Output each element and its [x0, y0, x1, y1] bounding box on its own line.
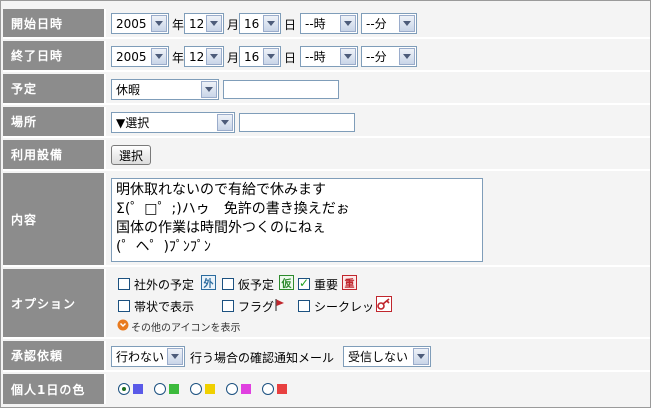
start-datetime-label: 開始日時 [3, 9, 104, 37]
chevron-down-icon [340, 15, 356, 32]
end-datetime-row: 終了日時 2005 年 12 月 16 日 --時 --分 [3, 41, 650, 72]
approval-label: 承認依頼 [3, 341, 104, 370]
plan-row: 予定 休暇 [3, 74, 650, 105]
personal-color-row: 個人1日の色 [3, 374, 650, 404]
color-radio-magenta[interactable] [226, 383, 238, 395]
place-row: 場所 ▼選択 [3, 107, 650, 138]
flag-checkbox[interactable] [222, 300, 234, 312]
end-month-unit: 月 [227, 51, 240, 65]
content-textarea[interactable]: 明休取れないので有給で休みます Σ(゜□゜;)ハゥ 免許の書き換えだぉ 国体の作業は… [111, 178, 483, 262]
start-day-unit: 日 [284, 18, 297, 32]
schedule-form: 開始日時 2005 年 12 月 16 日 --時 --分 終了日時 2005 … [0, 0, 651, 408]
chevron-down-icon [263, 15, 279, 32]
key-icon [376, 296, 392, 312]
start-month-select[interactable]: 12 [184, 13, 224, 34]
chevron-down-icon [340, 48, 356, 65]
color-swatch-green [169, 384, 179, 394]
end-datetime-label: 終了日時 [3, 41, 104, 70]
start-minute-select[interactable]: --分 [361, 13, 417, 34]
plan-text-input[interactable] [223, 80, 339, 99]
color-radio-green[interactable] [154, 383, 166, 395]
chevron-down-icon [206, 15, 222, 32]
important-badge-icon: 重 [342, 275, 357, 290]
place-text-input[interactable] [239, 113, 355, 132]
important-label: 重要 [314, 278, 339, 292]
content-label: 内容 [3, 173, 104, 265]
chevron-down-icon [413, 348, 429, 365]
plan-label: 予定 [3, 74, 104, 103]
outside-schedule-label: 社外の予定 [134, 278, 195, 292]
expand-circle-icon[interactable] [117, 319, 129, 331]
color-radio-blue[interactable] [118, 383, 130, 395]
equipment-row: 利用設備 選択 [3, 140, 650, 171]
color-radio-red[interactable] [262, 383, 274, 395]
band-display-label: 帯状で表示 [134, 300, 195, 314]
notify-mail-select[interactable]: 受信しない [343, 346, 431, 367]
plan-select[interactable]: 休暇 [111, 79, 219, 100]
start-year-unit: 年 [172, 18, 185, 32]
equipment-label: 利用設備 [3, 140, 104, 169]
end-day-select[interactable]: 16 [239, 46, 281, 67]
equipment-select-button[interactable]: 選択 [111, 145, 151, 165]
chevron-down-icon [206, 48, 222, 65]
flag-icon [275, 299, 284, 311]
outside-schedule-checkbox[interactable] [118, 278, 130, 290]
place-label: 場所 [3, 107, 104, 136]
options-label: オプション [3, 269, 104, 337]
outside-badge-icon: 外 [201, 275, 216, 290]
content-row: 内容 明休取れないので有給で休みます Σ(゜□゜;)ハゥ 免許の書き換えだぉ 国体の… [3, 173, 650, 267]
tentative-label: 仮予定 [238, 278, 275, 292]
important-checkbox[interactable] [298, 276, 310, 290]
chevron-down-icon [217, 114, 233, 131]
tentative-checkbox[interactable] [222, 278, 234, 290]
flag-label: フラグ [238, 300, 275, 314]
approval-row: 承認依頼 行わない 行う場合の確認通知メール 受信しない [3, 341, 650, 372]
secret-checkbox[interactable] [298, 300, 310, 312]
end-month-select[interactable]: 12 [184, 46, 224, 67]
options-row: オプション 社外の予定 外 仮予定 仮 重要 重 帯状で表示 フラグ シークレッ… [3, 269, 650, 339]
place-select[interactable]: ▼選択 [111, 112, 235, 133]
chevron-down-icon [399, 15, 415, 32]
chevron-down-icon [167, 348, 183, 365]
end-day-unit: 日 [284, 51, 297, 65]
color-swatch-magenta [241, 384, 251, 394]
start-year-select[interactable]: 2005 [111, 13, 169, 34]
chevron-down-icon [151, 15, 167, 32]
color-swatch-yellow [205, 384, 215, 394]
end-hour-select[interactable]: --時 [300, 46, 358, 67]
start-day-select[interactable]: 16 [239, 13, 281, 34]
chevron-down-icon [151, 48, 167, 65]
tentative-badge-icon: 仮 [279, 275, 294, 290]
personal-color-label: 個人1日の色 [3, 374, 104, 404]
color-radio-yellow[interactable] [190, 383, 202, 395]
color-swatch-blue [133, 384, 143, 394]
start-hour-select[interactable]: --時 [300, 13, 358, 34]
start-month-unit: 月 [227, 18, 240, 32]
color-swatch-red [277, 384, 287, 394]
end-minute-select[interactable]: --分 [361, 46, 417, 67]
chevron-down-icon [201, 81, 217, 98]
chevron-down-icon [263, 48, 279, 65]
chevron-down-icon [399, 48, 415, 65]
end-year-select[interactable]: 2005 [111, 46, 169, 67]
start-datetime-row: 開始日時 2005 年 12 月 16 日 --時 --分 [3, 9, 650, 39]
band-display-checkbox[interactable] [118, 300, 130, 312]
show-more-icons-link[interactable]: その他のアイコンを表示 [131, 319, 241, 334]
end-year-unit: 年 [172, 51, 185, 65]
approval-mail-text: 行う場合の確認通知メール [190, 351, 335, 365]
approval-select[interactable]: 行わない [111, 346, 185, 367]
